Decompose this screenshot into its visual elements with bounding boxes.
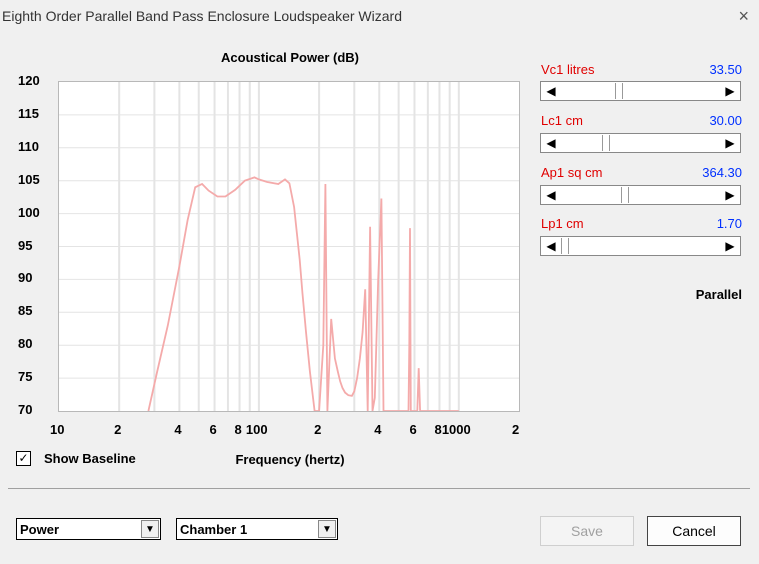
y-tick-label: 100 xyxy=(18,204,40,220)
plot-area xyxy=(58,81,520,412)
y-tick-label: 85 xyxy=(18,303,33,319)
configuration-label: Parallel xyxy=(695,287,742,302)
scroll-left-icon[interactable]: ◀ xyxy=(542,83,560,99)
show-baseline-checkbox[interactable]: ✓ xyxy=(16,451,31,466)
y-tick-label: 70 xyxy=(18,402,33,417)
scroll-left-icon[interactable]: ◀ xyxy=(542,135,560,151)
slider-lp1[interactable]: ◀ ▶ xyxy=(540,236,741,256)
scroll-right-icon[interactable]: ▶ xyxy=(721,238,739,254)
chevron-down-icon[interactable]: ▼ xyxy=(318,520,336,538)
chamber-select-value: Chamber 1 xyxy=(180,522,248,537)
series-line xyxy=(147,176,459,411)
x-tick-label: 6 xyxy=(209,422,217,437)
scroll-right-icon[interactable]: ▶ xyxy=(721,83,739,99)
y-tick-label: 105 xyxy=(18,171,40,187)
x-tick-label: 1000 xyxy=(441,422,471,437)
param-value-lc1: 30.00 xyxy=(709,113,742,128)
param-value-vc1: 33.50 xyxy=(709,62,742,77)
x-axis-label: Frequency (hertz) xyxy=(235,452,345,467)
x-tick-label: 2 xyxy=(314,422,322,437)
x-tick-label: 8 xyxy=(234,422,242,437)
scroll-right-icon[interactable]: ▶ xyxy=(721,187,739,203)
slider-thumb[interactable] xyxy=(615,83,624,99)
y-tick-label: 115 xyxy=(18,105,39,121)
x-tick-label: 4 xyxy=(374,422,382,437)
cancel-button[interactable]: Cancel xyxy=(647,516,741,546)
x-tick-label: 2 xyxy=(114,422,122,437)
y-tick-label: 95 xyxy=(18,237,33,253)
view-select[interactable]: Power ▼ xyxy=(16,518,161,540)
x-tick-label: 4 xyxy=(174,422,182,437)
param-label-lc1: Lc1 cm xyxy=(541,113,583,128)
y-tick-label: 110 xyxy=(18,138,39,154)
slider-ap1[interactable]: ◀ ▶ xyxy=(540,185,741,205)
param-label-ap1: Ap1 sq cm xyxy=(541,165,603,180)
divider xyxy=(8,488,750,489)
window-title: Eighth Order Parallel Band Pass Enclosur… xyxy=(2,8,402,24)
chevron-down-icon[interactable]: ▼ xyxy=(141,520,159,538)
acoustical-power-chart xyxy=(59,82,519,411)
slider-thumb[interactable] xyxy=(561,238,569,254)
title-bar: Eighth Order Parallel Band Pass Enclosur… xyxy=(0,0,759,32)
y-tick-label: 75 xyxy=(18,369,33,385)
x-tick-label: 2 xyxy=(512,422,520,437)
y-tick-label: 90 xyxy=(18,270,33,286)
slider-lc1[interactable]: ◀ ▶ xyxy=(540,133,741,153)
x-tick-label: 100 xyxy=(245,422,268,437)
x-tick-label: 8 xyxy=(434,422,442,437)
param-value-ap1: 364.30 xyxy=(702,165,742,180)
slider-vc1[interactable]: ◀ ▶ xyxy=(540,81,741,101)
x-tick-label: 6 xyxy=(409,422,417,437)
show-baseline-label[interactable]: Show Baseline xyxy=(44,451,136,466)
scroll-right-icon[interactable]: ▶ xyxy=(721,135,739,151)
save-button[interactable]: Save xyxy=(540,516,634,546)
y-tick-label: 120 xyxy=(18,73,40,88)
chart-title: Acoustical Power (dB) xyxy=(221,50,359,65)
y-tick-label: 80 xyxy=(18,336,33,352)
close-icon[interactable]: × xyxy=(738,6,749,27)
slider-thumb[interactable] xyxy=(621,187,630,203)
scroll-left-icon[interactable]: ◀ xyxy=(542,238,560,254)
x-tick-label: 10 xyxy=(50,422,65,437)
param-label-lp1: Lp1 cm xyxy=(541,216,584,231)
chamber-select[interactable]: Chamber 1 ▼ xyxy=(176,518,338,540)
param-label-vc1: Vc1 litres xyxy=(541,62,595,77)
param-value-lp1: 1.70 xyxy=(716,216,742,231)
slider-thumb[interactable] xyxy=(601,135,610,151)
view-select-value: Power xyxy=(20,522,60,537)
scroll-left-icon[interactable]: ◀ xyxy=(542,187,560,203)
